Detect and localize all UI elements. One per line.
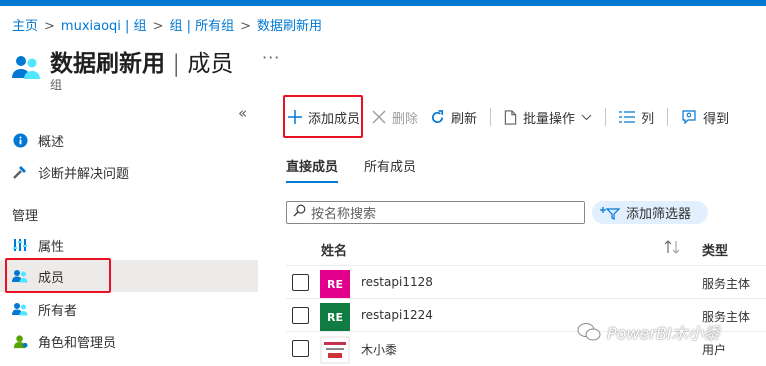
- refresh-button[interactable]: 刷新: [424, 100, 483, 134]
- breadcrumb-group[interactable]: 数据刷新用: [257, 19, 322, 34]
- feedback-icon: [681, 109, 697, 125]
- feedback-button[interactable]: 得到: [675, 100, 735, 134]
- roles-icon: [12, 333, 28, 349]
- filter-icon: [600, 206, 620, 220]
- sidebar-section-manage: 管理: [12, 209, 39, 224]
- sidebar-item-label: 所有者: [38, 303, 78, 319]
- chevron-down-icon: [581, 114, 592, 121]
- tab-all-members[interactable]: 所有成员: [364, 156, 416, 183]
- columns-label: 列: [641, 111, 655, 127]
- toolbar-divider: [490, 108, 492, 126]
- row-checkbox[interactable]: [292, 307, 309, 324]
- page-title-group: 数据刷新用: [50, 51, 165, 77]
- row-checkbox[interactable]: [292, 274, 309, 291]
- add-filter-button[interactable]: 添加筛选器: [592, 201, 708, 224]
- avatar-photo: [320, 336, 350, 364]
- member-type: 服务主体: [702, 277, 751, 291]
- delete-label: 删除: [392, 111, 419, 127]
- page-title: 数据刷新用 | 成员: [50, 44, 233, 78]
- toolbar-divider: [667, 108, 669, 126]
- sidebar-item-label: 属性: [38, 239, 65, 255]
- watermark: PowerBI木小黍: [577, 320, 720, 344]
- wechat-icon: [577, 322, 601, 342]
- refresh-icon: [430, 109, 445, 125]
- column-header-type[interactable]: 类型: [702, 240, 728, 259]
- sidebar-item-label: 概述: [38, 134, 65, 150]
- sidebar-item-owners[interactable]: 所有者: [0, 293, 258, 325]
- breadcrumb-separator: >: [44, 19, 55, 34]
- more-options-button[interactable]: ···: [262, 48, 280, 67]
- info-icon: [12, 132, 28, 148]
- column-header-name[interactable]: 姓名: [321, 240, 347, 259]
- member-name[interactable]: 木小黍: [361, 341, 397, 358]
- member-tabs: 直接成员 所有成员: [286, 156, 442, 183]
- group-icon: [12, 54, 40, 80]
- search-input[interactable]: 按名称搜索: [286, 201, 585, 224]
- sidebar-item-properties[interactable]: 属性: [0, 229, 258, 261]
- top-accent-bar: [0, 0, 766, 6]
- avatar: RE: [320, 303, 350, 331]
- toolbar-divider: [605, 108, 607, 126]
- collapse-sidebar-button[interactable]: «: [238, 104, 247, 122]
- wrench-icon: [12, 164, 28, 180]
- page-subtitle: 组: [50, 78, 63, 92]
- refresh-label: 刷新: [451, 111, 478, 127]
- owners-icon: [12, 301, 28, 317]
- avatar: RE: [320, 270, 350, 298]
- search-icon: [293, 204, 306, 221]
- bulk-operations-label: 批量操作: [523, 111, 576, 127]
- tab-direct-members[interactable]: 直接成员: [286, 156, 339, 183]
- columns-button[interactable]: 列: [613, 100, 660, 134]
- member-name[interactable]: restapi1224: [361, 308, 433, 322]
- member-name[interactable]: restapi1128: [361, 275, 433, 289]
- sidebar-item-label: 诊断并解决问题: [38, 166, 130, 182]
- table-row[interactable]: RE restapi1128 服务主体: [286, 266, 766, 298]
- highlight-box-members: [5, 258, 111, 293]
- sidebar-item-label: 角色和管理员: [38, 335, 117, 351]
- add-filter-label: 添加筛选器: [626, 207, 692, 222]
- sort-icon[interactable]: [664, 240, 680, 258]
- row-checkbox[interactable]: [292, 340, 309, 357]
- search-placeholder: 按名称搜索: [311, 207, 377, 222]
- sidebar-item-diagnose[interactable]: 诊断并解决问题: [0, 156, 258, 188]
- document-icon: [504, 109, 517, 125]
- close-icon: [372, 110, 386, 124]
- page-title-section: 成员: [187, 51, 234, 77]
- sidebar-item-overview[interactable]: 概述: [0, 124, 258, 156]
- list-icon: [619, 111, 636, 123]
- breadcrumb-tenant-groups[interactable]: muxiaoqi | 组: [61, 19, 147, 34]
- properties-icon: [12, 237, 28, 253]
- watermark-text: PowerBI木小黍: [607, 324, 720, 343]
- breadcrumb-separator: >: [152, 19, 164, 34]
- breadcrumb-all-groups[interactable]: 组 | 所有组: [169, 19, 234, 34]
- breadcrumb-separator: >: [240, 19, 252, 34]
- bulk-operations-button[interactable]: 批量操作: [498, 100, 598, 134]
- highlight-box-add-member: [283, 95, 363, 138]
- breadcrumb: 主页 > muxiaoqi | 组 > 组 | 所有组 > 数据刷新用: [12, 15, 322, 34]
- breadcrumb-home[interactable]: 主页: [12, 19, 38, 34]
- sidebar-item-roles[interactable]: 角色和管理员: [0, 325, 258, 357]
- delete-button[interactable]: 删除: [366, 100, 424, 134]
- page-title-separator: |: [165, 51, 188, 77]
- feedback-label: 得到: [703, 111, 730, 127]
